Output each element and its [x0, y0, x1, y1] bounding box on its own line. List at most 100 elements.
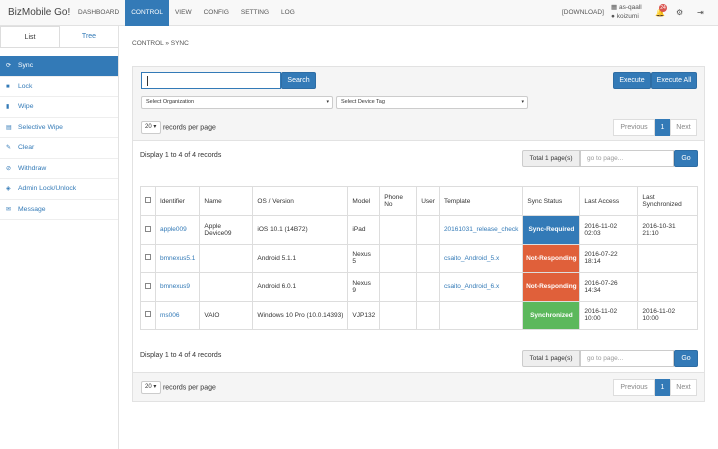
goto-page-input-bottom[interactable]: go to page...: [580, 350, 674, 367]
row-checkbox[interactable]: [145, 282, 151, 289]
organization-select[interactable]: Select Organization ▾: [141, 96, 333, 109]
nav-view[interactable]: VIEW: [169, 0, 198, 26]
nav-setting[interactable]: SETTING: [235, 0, 275, 26]
nav-control[interactable]: CONTROL: [125, 0, 169, 26]
sidebar-item-message[interactable]: ✉ Message: [0, 200, 118, 220]
col-user[interactable]: User: [416, 186, 440, 216]
notification-badge: 24: [659, 4, 667, 12]
select-all-checkbox[interactable]: [145, 197, 151, 203]
device-tag-select[interactable]: Select Device Tag ▾: [336, 96, 528, 109]
previous-button[interactable]: Previous: [613, 119, 655, 136]
download-link[interactable]: [DOWNLOAD]: [562, 9, 604, 16]
sidebar-item-label: Wipe: [18, 103, 34, 110]
template-link[interactable]: [438, 300, 524, 330]
goto-page-input-top[interactable]: go to page...: [580, 150, 674, 167]
last-synchronized: 2016-10-31 21:10: [637, 215, 698, 245]
page-1-button[interactable]: 1: [655, 119, 670, 136]
sidebar-item-sync[interactable]: ⟳ Sync: [0, 56, 118, 77]
device-phone: [379, 243, 418, 273]
sidebar-item-clear[interactable]: ✎ Clear: [0, 138, 118, 159]
col-last-access[interactable]: Last Access: [579, 186, 639, 216]
records-info-bottom: Display 1 to 4 of 4 records: [140, 352, 222, 359]
page-1-button[interactable]: 1: [655, 379, 670, 396]
col-template[interactable]: Template: [438, 186, 524, 216]
go-button-top[interactable]: Go: [674, 150, 698, 167]
col-last-sync[interactable]: Last Synchronized: [637, 186, 698, 216]
sidebar-item-label: Clear: [18, 144, 35, 151]
col-phone[interactable]: Phone No: [379, 186, 418, 216]
eraser-icon: ✎: [6, 145, 12, 151]
last-access: 2016-07-22 18:14: [579, 243, 639, 273]
go-button-bottom[interactable]: Go: [674, 350, 698, 367]
sidebar-item-admin-lock[interactable]: ◈ Admin Lock/Unlock: [0, 179, 118, 200]
table-row: bmnexus9 Android 6.0.1 Nexus 9 csaito_An…: [140, 272, 698, 302]
last-synchronized: [637, 243, 698, 273]
device-identifier-link[interactable]: apple009: [154, 215, 201, 245]
next-button[interactable]: Next: [670, 379, 697, 396]
total-pages-top: Total 1 page(s): [522, 150, 580, 167]
table-header-row: Identifier Name OS / Version Model Phone…: [140, 186, 698, 216]
col-os[interactable]: OS / Version: [252, 186, 349, 216]
tab-list[interactable]: List: [0, 26, 60, 47]
previous-button[interactable]: Previous: [613, 379, 655, 396]
user-org: as-qaall: [618, 4, 642, 11]
rpp-label: records per page: [162, 384, 216, 392]
device-phone: [379, 215, 418, 245]
search-input[interactable]: [141, 72, 281, 89]
template-link[interactable]: 20161031_release_check: [438, 215, 524, 245]
person-icon: ●: [611, 13, 615, 20]
main-nav: DASHBOARD CONTROL VIEW CONFIG SETTING LO…: [72, 0, 301, 26]
sidebar-item-lock[interactable]: ■ Lock: [0, 77, 118, 97]
shield-icon: ◈: [6, 186, 11, 192]
device-name: [199, 272, 254, 302]
sidebar-item-selective-wipe[interactable]: ▤ Selective Wipe: [0, 118, 118, 138]
device-os: Android 6.0.1: [252, 272, 349, 302]
sync-status-badge: Sync-Required: [522, 215, 581, 245]
tab-tree[interactable]: Tree: [60, 26, 118, 47]
devices-table: Identifier Name OS / Version Model Phone…: [140, 186, 698, 330]
gear-icon[interactable]: ⚙: [676, 8, 683, 17]
device-user: [416, 300, 440, 330]
pagination-top: Previous 1 Next: [613, 119, 697, 136]
device-identifier-link[interactable]: ms006: [154, 300, 201, 330]
row-checkbox[interactable]: [145, 254, 151, 261]
device-identifier-link[interactable]: bmnexus9: [154, 272, 201, 302]
device-user: [416, 243, 440, 273]
lock-icon: ■: [6, 83, 10, 90]
last-access: 2016-11-02 10:00: [579, 300, 639, 330]
user-info[interactable]: ▦ as-qaall ● koizumi: [611, 3, 642, 21]
next-button[interactable]: Next: [670, 119, 697, 136]
records-per-page: 20 ▾ records per page: [141, 121, 216, 134]
template-link[interactable]: csaito_Android_5.x: [438, 243, 524, 273]
device-tag-select-value: Select Device Tag: [341, 99, 385, 105]
records-per-page-select[interactable]: 20 ▾: [141, 381, 161, 394]
sidebar-item-label: Admin Lock/Unlock: [18, 185, 77, 192]
search-button[interactable]: Search: [281, 72, 316, 89]
sidebar-item-label: Selective Wipe: [18, 123, 63, 131]
sidebar: List Tree ⟳ Sync ■ Lock ▮ Wipe ▤ Selective W…: [0, 26, 119, 449]
template-link[interactable]: csaito_Android_6.x: [438, 272, 524, 302]
nav-log[interactable]: LOG: [275, 0, 301, 26]
sync-icon: ⟳: [6, 63, 12, 69]
nav-dashboard[interactable]: DASHBOARD: [72, 0, 125, 26]
col-name[interactable]: Name: [199, 186, 254, 216]
row-checkbox[interactable]: [145, 311, 151, 318]
breadcrumb: CONTROL » SYNC: [132, 40, 189, 47]
nav-config[interactable]: CONFIG: [198, 0, 235, 26]
row-checkbox[interactable]: [145, 225, 151, 232]
col-model[interactable]: Model: [347, 186, 381, 216]
select-all-cell: [140, 186, 156, 216]
sidebar-item-withdraw[interactable]: ⊘ Withdraw: [0, 159, 118, 179]
device-identifier-link[interactable]: bmnexus5.1: [154, 243, 201, 273]
device-phone: [379, 272, 418, 302]
execute-button[interactable]: Execute: [613, 72, 651, 89]
col-sync-status[interactable]: Sync Status: [522, 186, 581, 216]
logout-icon[interactable]: ⇥: [697, 8, 704, 17]
brand-logo[interactable]: BizMobile Go!: [8, 7, 70, 18]
sidebar-item-wipe[interactable]: ▮ Wipe: [0, 97, 118, 118]
records-per-page-select[interactable]: 20 ▾: [141, 121, 161, 134]
execute-all-button[interactable]: Execute All: [651, 72, 697, 89]
device-name: [199, 243, 254, 273]
device-os: Windows 10 Pro (10.0.14393): [252, 300, 349, 330]
col-identifier[interactable]: Identifier: [154, 186, 201, 216]
